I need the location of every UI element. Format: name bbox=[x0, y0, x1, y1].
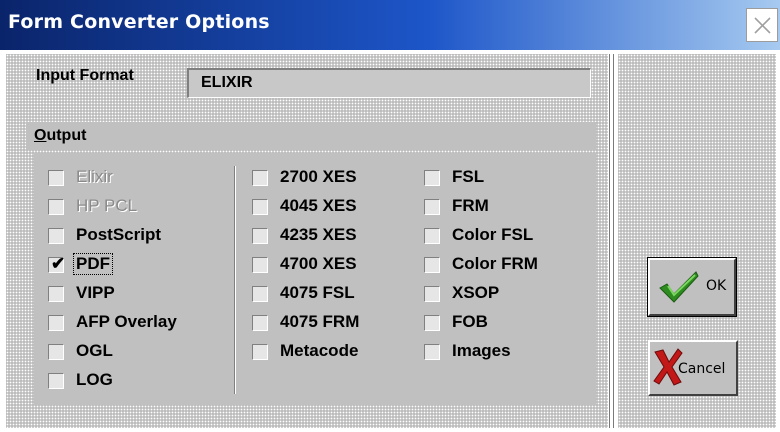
checkbox-label: HP PCL bbox=[76, 196, 138, 215]
panel-divider bbox=[609, 54, 612, 428]
checkbox[interactable] bbox=[252, 170, 268, 186]
cancel-button[interactable]: XCancel bbox=[648, 340, 738, 396]
checkbox-label: LOG bbox=[76, 370, 113, 389]
checkbox-label: FOB bbox=[452, 312, 488, 331]
checkmark-icon bbox=[659, 271, 699, 303]
checkbox-label: FRM bbox=[452, 196, 489, 215]
checkbox-label: XSOP bbox=[452, 283, 500, 302]
output-group bbox=[34, 153, 596, 405]
close-icon bbox=[754, 17, 771, 34]
checkbox[interactable] bbox=[424, 228, 440, 244]
checkbox[interactable] bbox=[424, 199, 440, 215]
input-format-field: ELIXIR bbox=[187, 68, 591, 98]
checkbox-label: OGL bbox=[76, 341, 113, 360]
checkbox-label: 4075 FRM bbox=[280, 312, 360, 331]
checkbox-label: Color FSL bbox=[452, 225, 534, 244]
checkbox-label: Metacode bbox=[280, 341, 359, 360]
checkbox-label: AFP Overlay bbox=[76, 312, 177, 331]
title-bar[interactable]: Form Converter Options bbox=[0, 0, 780, 50]
checkbox-label: Images bbox=[452, 341, 511, 360]
checkbox bbox=[48, 170, 64, 186]
input-format-label: Input Format bbox=[36, 67, 134, 84]
checkbox-label: VIPP bbox=[76, 283, 115, 302]
column-separator bbox=[234, 166, 236, 394]
checkbox[interactable] bbox=[424, 286, 440, 302]
checkbox-label: 4045 XES bbox=[280, 196, 357, 215]
output-title-rest: utput bbox=[46, 127, 87, 144]
panel-divider-inner bbox=[613, 54, 616, 428]
checkbox[interactable] bbox=[48, 228, 64, 244]
checkbox[interactable] bbox=[48, 344, 64, 360]
checkbox[interactable] bbox=[48, 315, 64, 331]
checkbox-label: PostScript bbox=[76, 225, 162, 244]
checkbox-label: 4235 XES bbox=[280, 225, 357, 244]
checkbox-label: 4075 FSL bbox=[280, 283, 355, 302]
checkbox bbox=[48, 199, 64, 215]
checkbox[interactable] bbox=[48, 286, 64, 302]
checkbox-label: 2700 XES bbox=[280, 167, 357, 186]
ok-button-label: OK bbox=[706, 278, 727, 294]
checkbox[interactable] bbox=[252, 228, 268, 244]
checkbox-label: Color FRM bbox=[452, 254, 538, 273]
form-converter-dialog: Form Converter Options Input Format ELIX… bbox=[0, 0, 780, 432]
checkbox[interactable] bbox=[424, 344, 440, 360]
check-mark-icon: ✔ bbox=[51, 254, 66, 273]
checkbox[interactable] bbox=[252, 199, 268, 215]
checkbox[interactable] bbox=[424, 257, 440, 273]
checkbox[interactable] bbox=[252, 286, 268, 302]
cancel-button-label: XCancel bbox=[678, 361, 725, 377]
cancel-label-rest: Cancel bbox=[678, 361, 726, 377]
output-group-header: Output bbox=[26, 122, 596, 150]
checkbox[interactable] bbox=[252, 344, 268, 360]
checkbox[interactable] bbox=[424, 315, 440, 331]
ok-button[interactable]: OK bbox=[647, 257, 737, 317]
checkbox-label: Elixir bbox=[76, 167, 113, 186]
checkbox-label: FSL bbox=[452, 167, 485, 186]
checkbox[interactable]: ✔ bbox=[48, 254, 66, 273]
checkbox[interactable] bbox=[424, 170, 440, 186]
checkbox[interactable] bbox=[48, 373, 64, 389]
input-format-value: ELIXIR bbox=[201, 74, 253, 91]
checkbox[interactable] bbox=[252, 315, 268, 331]
output-group-title: Output bbox=[34, 127, 86, 145]
close-button[interactable] bbox=[746, 8, 778, 42]
window-title: Form Converter Options bbox=[8, 11, 270, 33]
checkbox-label: 4700 XES bbox=[280, 254, 357, 273]
checkbox-label: PDF bbox=[73, 253, 113, 275]
output-title-hotkey: O bbox=[34, 127, 47, 144]
checkbox[interactable] bbox=[252, 257, 268, 273]
